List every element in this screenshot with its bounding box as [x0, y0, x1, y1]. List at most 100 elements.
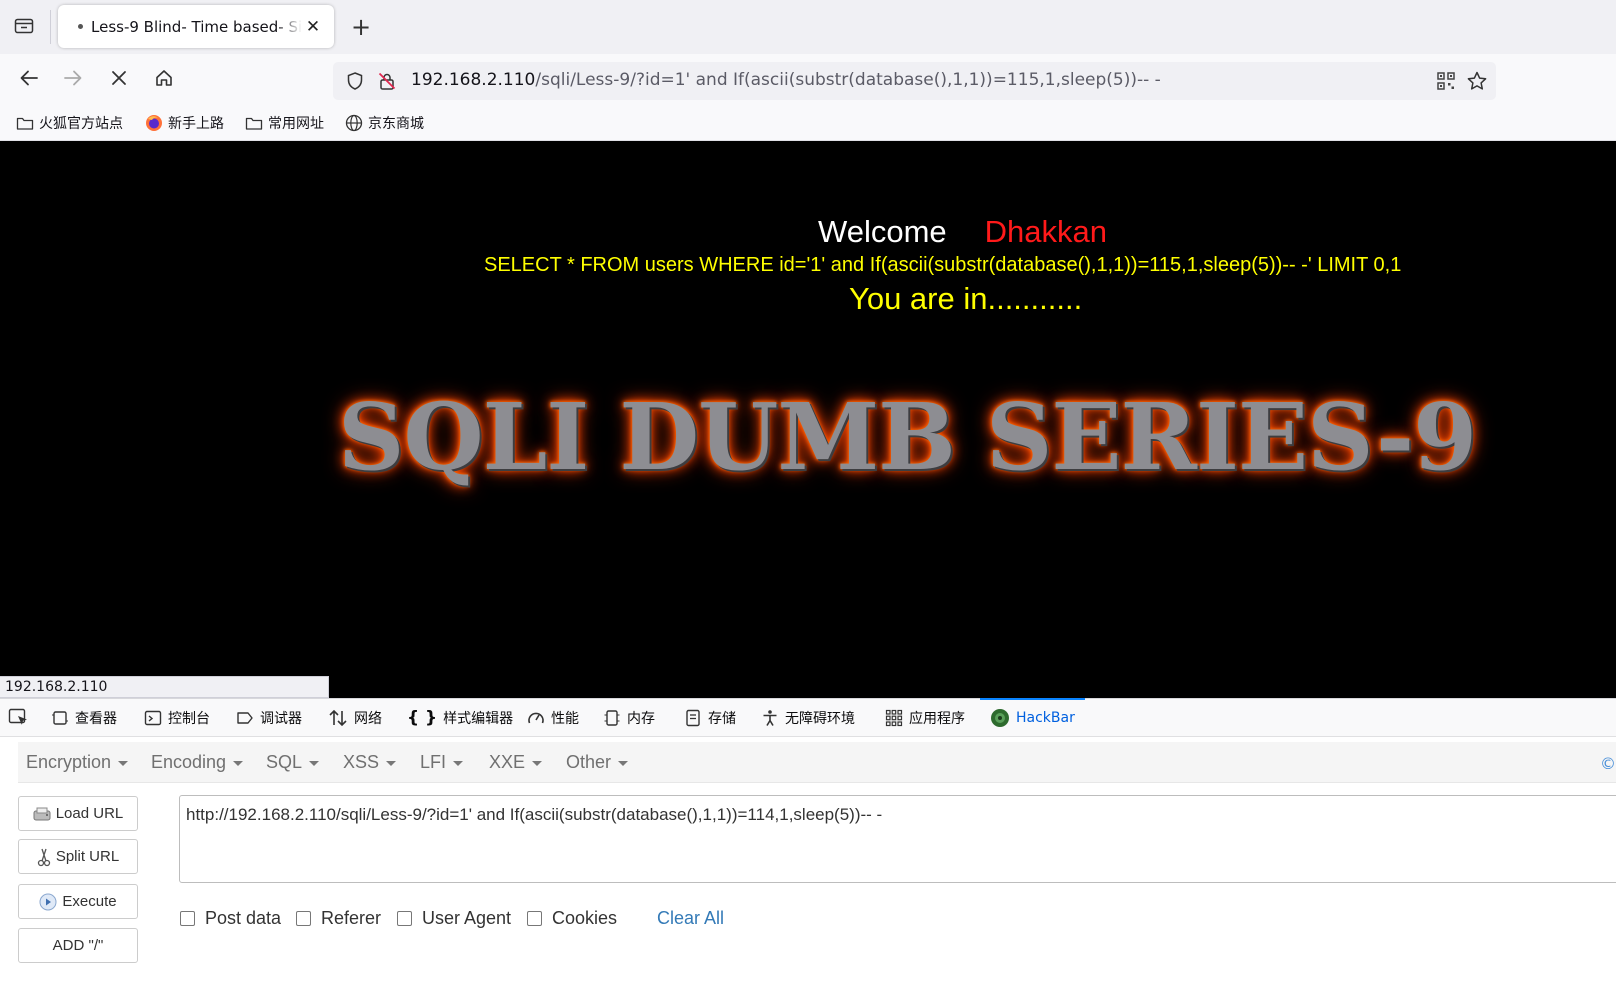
- back-button[interactable]: [13, 65, 45, 95]
- network-icon: [328, 709, 348, 727]
- firefox-icon: [145, 114, 163, 132]
- devtools-tab-console[interactable]: 控制台: [144, 699, 210, 737]
- referer-checkbox[interactable]: Referer: [296, 906, 381, 930]
- devtools-tab-network[interactable]: 网络: [328, 699, 382, 737]
- checkbox-label: Cookies: [552, 907, 618, 928]
- devtools-tab-style-editor[interactable]: { } 样式编辑器: [407, 699, 513, 737]
- button-label: ADD "/": [52, 937, 104, 954]
- devtools-tab-label: 网络: [354, 711, 382, 727]
- menu-lfi[interactable]: LFI: [420, 742, 464, 782]
- caret-down-icon: [233, 760, 244, 766]
- caret-down-icon: [618, 760, 629, 766]
- devtools-tab-application[interactable]: 应用程序: [885, 699, 965, 737]
- split-url-button[interactable]: Split URL: [18, 839, 138, 874]
- inspector-icon: [51, 709, 69, 727]
- bookmark-item[interactable]: 常用网址: [245, 112, 324, 134]
- accessibility-icon: [761, 709, 779, 727]
- execute-button[interactable]: Execute: [18, 884, 138, 919]
- devtools-toolbar: 查看器 控制台 调试器 网络 { } 样式编辑器 性能 内存 存储 无障碍环境 …: [0, 698, 1616, 737]
- qr-code-icon[interactable]: [1436, 71, 1456, 95]
- menu-other[interactable]: Other: [566, 742, 629, 782]
- menu-label: XXE: [489, 751, 526, 772]
- menu-xxe[interactable]: XXE: [489, 742, 543, 782]
- devtools-tab-label: 无障碍环境: [785, 711, 855, 727]
- checkbox-box[interactable]: [397, 910, 412, 926]
- bookmark-item[interactable]: 火狐官方站点: [16, 112, 123, 134]
- menu-encoding[interactable]: Encoding: [151, 742, 244, 782]
- tab-list-button[interactable]: [8, 12, 40, 42]
- load-url-button[interactable]: Load URL: [18, 796, 138, 831]
- bookmark-label: 火狐官方站点: [39, 116, 123, 132]
- url-text[interactable]: 192.168.2.110/sqli/Less-9/?id=1' and If(…: [411, 70, 1161, 90]
- caret-down-icon: [386, 760, 397, 766]
- home-button[interactable]: [148, 65, 180, 95]
- tab-separator: [50, 10, 51, 44]
- button-label: Execute: [62, 893, 117, 910]
- caret-down-icon: [309, 760, 320, 766]
- stop-icon: [110, 69, 128, 91]
- bookmark-label: 京东商城: [368, 116, 424, 132]
- clear-all-link[interactable]: Clear All: [657, 906, 724, 930]
- insecure-lock-icon[interactable]: [377, 71, 397, 95]
- copyright-icon[interactable]: ©: [1600, 754, 1616, 773]
- application-icon: [885, 709, 903, 727]
- debugger-icon: [236, 709, 254, 727]
- checkbox-box[interactable]: [296, 910, 311, 926]
- tracking-shield-icon[interactable]: [345, 71, 365, 95]
- forward-arrow-icon: [63, 69, 83, 91]
- sql-query-text: SELECT * FROM users WHERE id='1' and If(…: [484, 254, 1402, 276]
- tab-close-icon[interactable]: ✕: [302, 16, 324, 38]
- checkbox-box[interactable]: [180, 910, 195, 926]
- devtools-tab-performance[interactable]: 性能: [527, 699, 579, 737]
- bookmark-label: 新手上路: [168, 116, 224, 132]
- menu-sql[interactable]: SQL: [266, 742, 320, 782]
- url-host: 192.168.2.110: [411, 70, 536, 90]
- devtools-tab-label: 调试器: [260, 711, 302, 727]
- devtools-tab-label: 查看器: [75, 711, 117, 727]
- plus-icon: +: [350, 13, 372, 41]
- storage-icon: [684, 709, 702, 727]
- devtools-tab-hackbar[interactable]: HackBar: [980, 698, 1085, 737]
- devtools-tab-storage[interactable]: 存储: [684, 699, 736, 737]
- caret-down-icon: [118, 760, 129, 766]
- memory-icon: [603, 709, 621, 727]
- new-tab-button[interactable]: +: [346, 12, 376, 42]
- devtools-tab-label: 内存: [627, 711, 655, 727]
- button-label: Split URL: [55, 848, 120, 865]
- console-icon: [144, 709, 162, 727]
- user-agent-checkbox[interactable]: User Agent: [397, 906, 511, 930]
- menu-xss[interactable]: XSS: [343, 742, 397, 782]
- devtools-tab-debugger[interactable]: 调试器: [236, 699, 302, 737]
- result-message: You are in...........: [849, 281, 1083, 316]
- forward-button[interactable]: [57, 65, 89, 95]
- menu-label: Other: [566, 751, 612, 772]
- tab-active[interactable]: Less-9 Blind- Time based- Single Quotes-…: [58, 5, 334, 48]
- cookies-checkbox[interactable]: Cookies: [527, 906, 617, 930]
- series-banner-logo: SQLI DUMB SERIES-9: [338, 383, 1477, 491]
- devtools-tab-accessibility[interactable]: 无障碍环境: [761, 699, 855, 737]
- status-url-overlay: 192.168.2.110: [0, 676, 329, 698]
- menu-label: Encryption: [26, 751, 112, 772]
- url-path: /sqli/Less-9/?id=1' and If(ascii(substr(…: [535, 70, 1161, 90]
- scissors-icon: [37, 847, 51, 867]
- folder-icon: [16, 115, 34, 131]
- add-slash-button[interactable]: ADD "/": [18, 928, 138, 963]
- button-label: Load URL: [55, 805, 124, 822]
- load-url-icon: [33, 806, 51, 822]
- menu-encryption[interactable]: Encryption: [26, 742, 129, 782]
- menu-label: SQL: [266, 751, 303, 772]
- tab-list-icon: [14, 16, 34, 38]
- menu-label: LFI: [420, 751, 447, 772]
- url-bar[interactable]: 192.168.2.110/sqli/Less-9/?id=1' and If(…: [333, 62, 1496, 100]
- devtools-tab-label: 控制台: [168, 711, 210, 727]
- element-picker-icon[interactable]: [8, 708, 30, 732]
- stop-button[interactable]: [103, 65, 135, 95]
- hackbar-url-input[interactable]: http://192.168.2.110/sqli/Less-9/?id=1' …: [179, 795, 1616, 883]
- bookmark-star-icon[interactable]: [1466, 70, 1488, 96]
- devtools-tab-memory[interactable]: 内存: [603, 699, 655, 737]
- devtools-tab-inspector[interactable]: 查看器: [51, 699, 117, 737]
- bookmark-item[interactable]: 新手上路: [145, 112, 224, 134]
- bookmark-item[interactable]: 京东商城: [345, 112, 424, 134]
- post-data-checkbox[interactable]: Post data: [180, 906, 281, 930]
- checkbox-box[interactable]: [527, 910, 542, 926]
